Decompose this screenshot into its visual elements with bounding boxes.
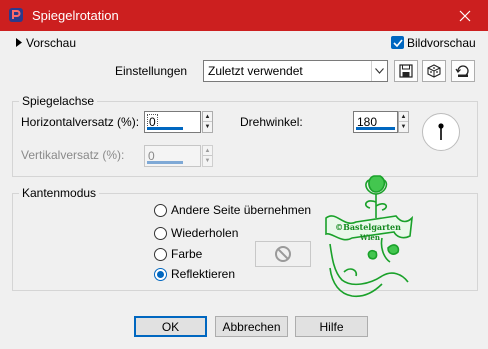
- vertical-offset-spinner[interactable]: ▲ ▼: [202, 145, 213, 167]
- spin-down-icon[interactable]: ▼: [203, 122, 212, 132]
- bildvorschau-checkbox[interactable]: [391, 36, 404, 49]
- reset-button[interactable]: [451, 60, 475, 82]
- preview-toggle-label[interactable]: Vorschau: [26, 36, 76, 50]
- radio-wiederholen-label[interactable]: Wiederholen: [171, 226, 238, 240]
- settings-dropdown[interactable]: Zuletzt verwendet: [203, 60, 388, 82]
- spin-up-icon[interactable]: ▲: [203, 112, 212, 122]
- spiegelachse-title: Spiegelachse: [19, 94, 98, 108]
- watermark-text-1: ©Bastelgarten: [335, 222, 401, 232]
- chevron-down-icon: [375, 68, 384, 74]
- save-preset-button[interactable]: [394, 60, 418, 82]
- reset-icon: [455, 65, 469, 77]
- random-button[interactable]: [422, 60, 446, 82]
- drehwinkel-label: Drehwinkel:: [240, 115, 303, 129]
- close-icon: [459, 10, 471, 21]
- spin-up-icon[interactable]: ▲: [399, 112, 408, 122]
- triangle-right-icon[interactable]: [16, 38, 22, 47]
- radio-reflektieren-label[interactable]: Reflektieren: [171, 267, 235, 281]
- title-bar[interactable]: Spiegelrotation: [0, 0, 488, 31]
- close-button[interactable]: [442, 0, 488, 31]
- radio-wiederholen[interactable]: [154, 227, 167, 240]
- checkmark-icon: [392, 38, 403, 47]
- cancel-button[interactable]: Abbrechen: [215, 316, 288, 337]
- spin-down-icon[interactable]: ▼: [399, 122, 408, 132]
- window-title: Spiegelrotation: [32, 8, 119, 23]
- vertical-offset-slider-bar[interactable]: [147, 161, 183, 164]
- rotation-dial[interactable]: [422, 113, 460, 151]
- bastelgarten-watermark: ©Bastelgarten Wien: [322, 172, 414, 298]
- settings-label: Einstellungen: [115, 64, 188, 78]
- spin-down-icon[interactable]: ▼: [203, 156, 212, 166]
- radio-farbe-label[interactable]: Farbe: [171, 247, 202, 261]
- drehwinkel-spinner[interactable]: ▲ ▼: [398, 111, 409, 133]
- drehwinkel-input[interactable]: 180: [353, 111, 398, 133]
- bildvorschau-label[interactable]: Bildvorschau: [407, 36, 476, 50]
- drehwinkel-slider-bar[interactable]: [356, 127, 395, 130]
- dropdown-arrow[interactable]: [371, 61, 387, 81]
- settings-dropdown-value: Zuletzt verwendet: [208, 64, 303, 78]
- help-button[interactable]: Hilfe: [295, 316, 368, 337]
- horizontal-offset-label: Horizontalversatz (%):: [21, 115, 140, 129]
- color-swatch[interactable]: [255, 241, 311, 267]
- kantenmodus-title: Kantenmodus: [19, 186, 100, 200]
- watermark-text-2: Wien: [359, 233, 380, 242]
- save-preset-icon: [399, 64, 413, 78]
- random-dice-icon: [427, 64, 441, 78]
- radio-reflektieren[interactable]: [154, 268, 167, 281]
- spin-up-icon[interactable]: ▲: [203, 146, 212, 156]
- vertical-offset-input[interactable]: 0: [144, 145, 201, 167]
- horizontal-offset-spinner[interactable]: ▲ ▼: [202, 111, 213, 133]
- paint-shop-pro-icon: [9, 8, 23, 22]
- vertical-offset-label: Vertikalversatz (%):: [21, 148, 125, 162]
- horizontal-offset-input[interactable]: 0: [144, 111, 201, 133]
- radio-andere-seite-label[interactable]: Andere Seite übernehmen: [171, 203, 311, 217]
- radio-farbe[interactable]: [154, 248, 167, 261]
- radio-andere-seite[interactable]: [154, 204, 167, 217]
- ok-button[interactable]: OK: [134, 316, 207, 337]
- horizontal-offset-slider-bar[interactable]: [147, 127, 183, 130]
- no-color-icon: [275, 246, 291, 262]
- dial-needle-icon: [438, 123, 444, 140]
